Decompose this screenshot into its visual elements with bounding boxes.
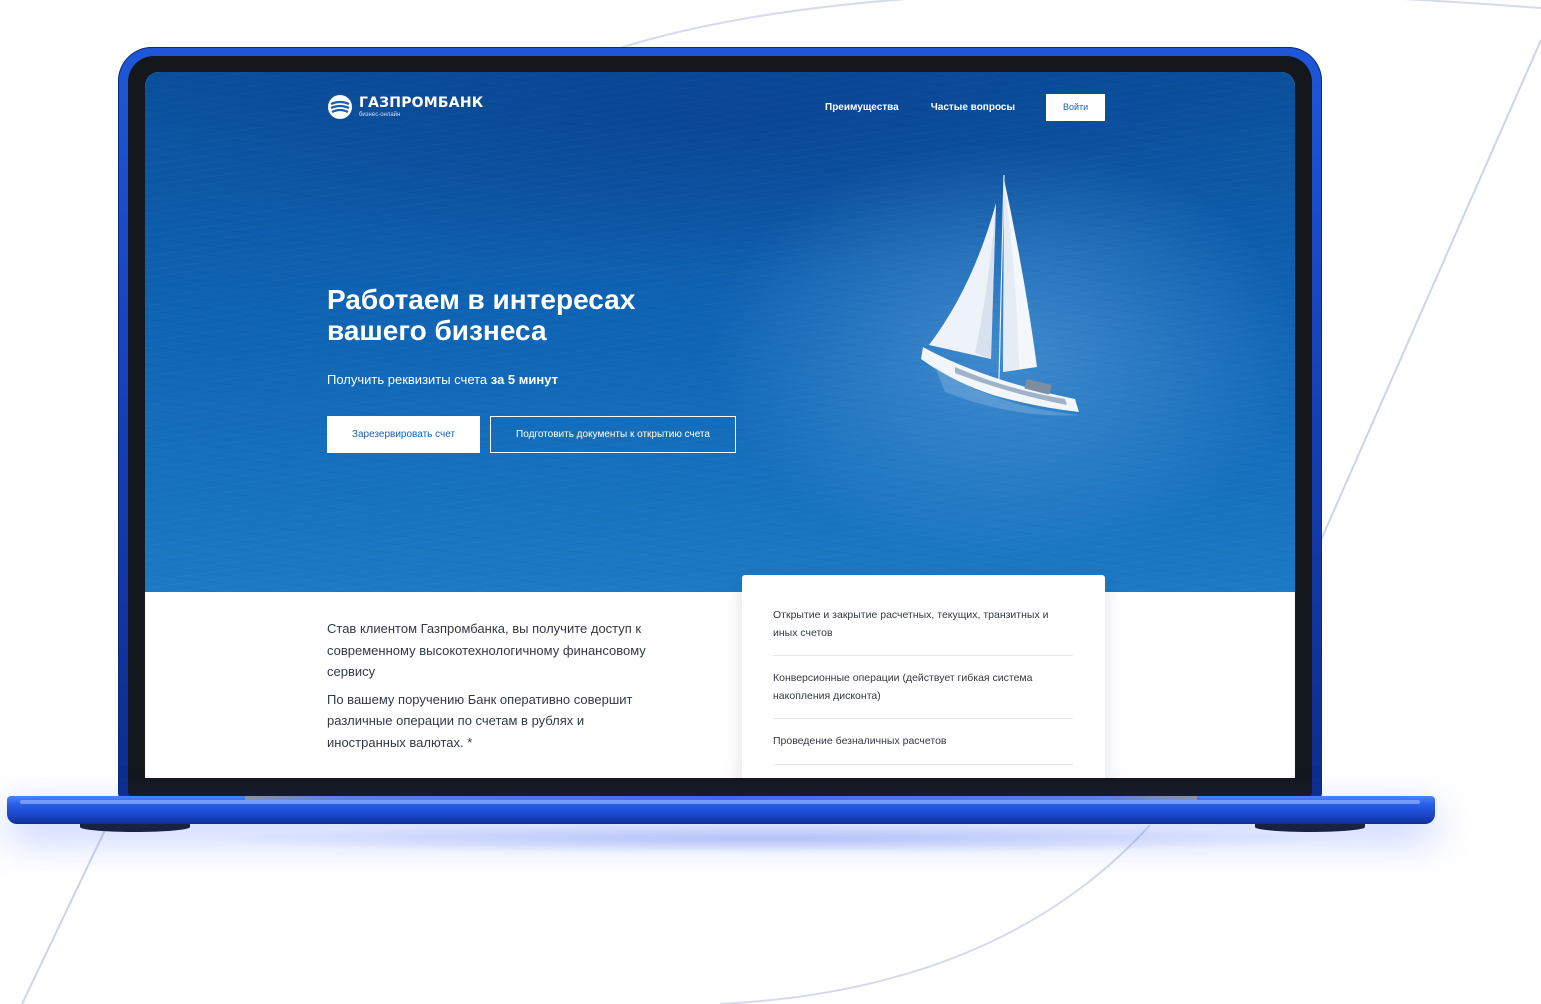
gazprombank-logo-icon xyxy=(328,95,352,119)
logo-name: ГАЗПРОМБАНК xyxy=(359,95,484,111)
laptop-screen: ГАЗПРОМБАНК бизнес-онлайн Преимущества Ч… xyxy=(145,72,1295,778)
login-button[interactable]: Войти xyxy=(1046,94,1106,121)
hero-subtitle-text: Получить реквизиты счета xyxy=(327,372,491,387)
laptop-hinge xyxy=(245,796,1197,800)
about-paragraph-1: Став клиентом Газпромбанка, вы получите … xyxy=(327,621,646,680)
hero-section: ГАЗПРОМБАНК бизнес-онлайн Преимущества Ч… xyxy=(145,72,1295,592)
bank-logo[interactable]: ГАЗПРОМБАНК бизнес-онлайн xyxy=(327,94,483,120)
hero-title-line-1: Работаем в интересах xyxy=(327,284,636,315)
hero-title: Работаем в интересах вашего бизнеса xyxy=(327,284,747,346)
service-item: Открытие и закрытие расчетных, текущих, … xyxy=(773,575,1073,656)
mockup-stage: ГАЗПРОМБАНК бизнес-онлайн Преимущества Ч… xyxy=(0,0,1541,1004)
nav-link-faq[interactable]: Частые вопросы xyxy=(931,94,1015,121)
nav-link-advantages[interactable]: Преимущества xyxy=(825,94,899,121)
laptop-base-glow xyxy=(200,824,1341,854)
prepare-documents-button[interactable]: Подготовить документы к открытию счета xyxy=(490,416,736,453)
logo-subtitle: бизнес-онлайн xyxy=(359,112,401,118)
hero-subtitle-highlight: за 5 минут xyxy=(490,372,558,387)
reserve-account-button[interactable]: Зарезервировать счет xyxy=(327,416,480,453)
top-navigation: Преимущества Частые вопросы Войти xyxy=(825,94,1106,121)
about-paragraph-2: По вашему поручению Банк оперативно сове… xyxy=(327,691,633,750)
laptop-base-shine xyxy=(20,800,1420,804)
hero-subtitle: Получить реквизиты счета за 5 минут xyxy=(327,371,558,389)
service-item: Конверсионные операции (действует гибкая… xyxy=(773,656,1073,719)
hero-title-line-2: вашего бизнеса xyxy=(327,315,547,346)
services-card: Открытие и закрытие расчетных, текущих, … xyxy=(742,575,1105,778)
about-text: Став клиентом Газпромбанка, вы получите … xyxy=(327,618,657,760)
sailboat-illustration xyxy=(921,174,1080,416)
service-item: Проведение безналичных расчетов xyxy=(773,719,1073,765)
